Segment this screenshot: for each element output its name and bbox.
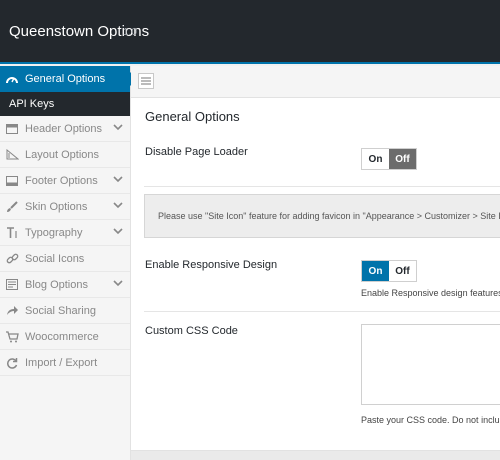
text-icon: [5, 226, 19, 240]
sidebar-item-label: Layout Options: [25, 148, 99, 161]
sidebar-item-typography[interactable]: Typography: [0, 220, 130, 246]
cart-icon: [5, 330, 19, 344]
chevron-down-icon[interactable]: [112, 199, 124, 211]
sidebar-item-blog-options[interactable]: Blog Options: [0, 272, 130, 298]
page-loader-on-button[interactable]: On: [362, 149, 389, 169]
custom-css-description: Paste your CSS code. Do not include: [361, 415, 500, 425]
chevron-down-icon[interactable]: [112, 225, 124, 237]
responsive-description: Enable Responsive design features.: [361, 288, 500, 298]
responsive-off-button[interactable]: Off: [389, 261, 416, 281]
page-loader-label: Disable Page Loader: [145, 146, 248, 158]
panel-footer: [131, 450, 500, 460]
sidebar-item-social-icons[interactable]: Social Icons: [0, 246, 130, 272]
chevron-down-icon[interactable]: [112, 121, 124, 133]
chevron-down-icon[interactable]: [112, 277, 124, 289]
divider: [144, 311, 500, 312]
divider: [144, 186, 500, 187]
responsive-on-button[interactable]: On: [362, 261, 389, 281]
sidebar-item-label: Woocommerce: [25, 330, 99, 343]
responsive-toggle[interactable]: On Off: [361, 260, 417, 282]
content-toolbar: [131, 66, 500, 98]
brush-icon: [5, 200, 19, 214]
sidebar-item-label: API Keys: [9, 98, 55, 110]
sidebar-toggle-button[interactable]: [138, 73, 154, 89]
page-loader-off-button[interactable]: Off: [389, 149, 416, 169]
section-title: General Options: [145, 109, 240, 124]
gauge-icon: [5, 72, 19, 86]
header-icon: [5, 122, 19, 136]
sidebar-item-skin-options[interactable]: Skin Options: [0, 194, 130, 220]
sidebar-item-footer-options[interactable]: Footer Options: [0, 168, 130, 194]
app-header: Queenstown Options 1.0: [0, 0, 500, 64]
sidebar-item-woocommerce[interactable]: Woocommerce: [0, 324, 130, 350]
responsive-label: Enable Responsive Design: [145, 259, 278, 271]
blog-icon: [5, 278, 19, 292]
custom-css-label: Custom CSS Code: [145, 325, 238, 337]
favicon-notice: Please use "Site Icon" feature for addin…: [144, 194, 500, 238]
share-icon: [5, 304, 19, 318]
page-loader-toggle[interactable]: On Off: [361, 148, 417, 170]
sidebar-item-label: Typography: [25, 226, 83, 239]
sidebar-item-label: Blog Options: [25, 278, 88, 291]
sidebar-item-general-options[interactable]: General Options: [0, 66, 137, 92]
sidebar: General Options API Keys Header Options …: [0, 66, 137, 460]
menu-icon: [141, 77, 151, 85]
link-icon: [5, 252, 19, 266]
app-version: 1.0: [123, 27, 137, 38]
sidebar-subitem-api-keys[interactable]: API Keys: [0, 92, 130, 116]
sidebar-item-label: Header Options: [25, 122, 103, 135]
sidebar-item-header-options[interactable]: Header Options: [0, 116, 130, 142]
sidebar-item-label: Social Icons: [25, 252, 85, 265]
sidebar-item-label: Social Sharing: [25, 304, 96, 317]
chevron-down-icon[interactable]: [112, 173, 124, 185]
sidebar-item-label: Skin Options: [25, 200, 88, 213]
custom-css-textarea[interactable]: [361, 324, 500, 405]
sidebar-item-label: General Options: [25, 73, 106, 85]
options-panel: General Options Disable Page Loader On O…: [131, 98, 500, 450]
sidebar-item-label: Footer Options: [25, 174, 98, 187]
sidebar-item-social-sharing[interactable]: Social Sharing: [0, 298, 130, 324]
refresh-icon: [5, 356, 19, 370]
footer-icon: [5, 174, 19, 188]
sidebar-item-label: Import / Export: [25, 356, 98, 369]
layout-icon: [5, 148, 19, 162]
sidebar-item-import-export[interactable]: Import / Export: [0, 350, 130, 376]
sidebar-item-layout-options[interactable]: Layout Options: [0, 142, 130, 168]
